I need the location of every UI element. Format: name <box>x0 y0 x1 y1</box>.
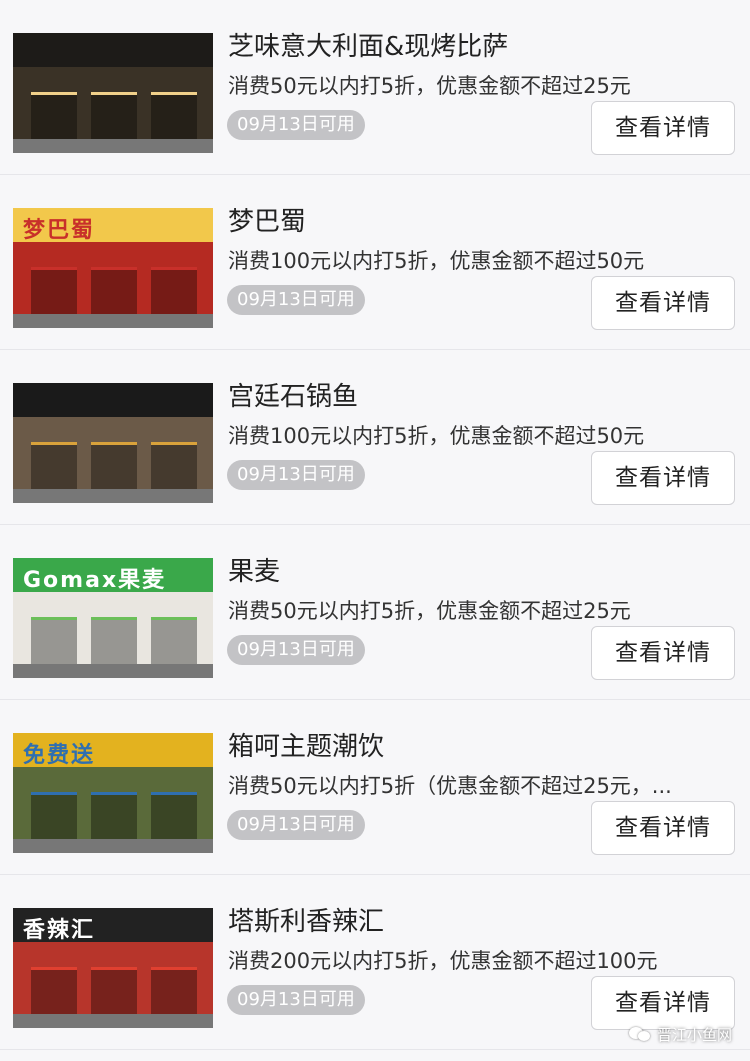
store-sign: 梦巴蜀 <box>13 208 213 243</box>
discount-description: 消费50元以内打5折，优惠金额不超过25元 <box>228 74 631 98</box>
storefront <box>13 67 213 153</box>
store-name: 宫廷石锅鱼 <box>228 382 359 412</box>
view-details-button[interactable]: 查看详情 <box>591 276 735 330</box>
storefront <box>13 592 213 678</box>
discount-description: 消费50元以内打5折（优惠金额不超过25元，... <box>228 774 672 798</box>
store-photo <box>13 33 213 153</box>
discount-description: 消费200元以内打5折，优惠金额不超过100元 <box>228 949 658 973</box>
store-sign <box>13 33 213 67</box>
store-photo: 免费送 <box>13 733 213 853</box>
view-details-button[interactable]: 查看详情 <box>591 626 735 680</box>
store-photo: 香辣汇 <box>13 908 213 1028</box>
store-name: 梦巴蜀 <box>228 207 307 237</box>
store-sign: 香辣汇 <box>13 908 213 943</box>
store-name: 果麦 <box>228 557 281 587</box>
sidewalk <box>13 839 213 853</box>
store-name: 塔斯利香辣汇 <box>228 907 385 937</box>
sidewalk <box>13 1014 213 1028</box>
view-details-button[interactable]: 查看详情 <box>591 101 735 155</box>
availability-badge: 09月13日可用 <box>227 810 365 840</box>
store-photo: Gomax果麦 <box>13 558 213 678</box>
store-sign-text: 梦巴蜀 <box>23 218 96 243</box>
store-name: 箱呵主题潮饮 <box>228 732 385 762</box>
availability-badge: 09月13日可用 <box>227 285 365 315</box>
store-sign: Gomax果麦 <box>13 558 213 593</box>
storefront <box>13 767 213 853</box>
list-item: 梦巴蜀 梦巴蜀消费100元以内打5折，优惠金额不超过50元 09月13日可用 查看详情 <box>0 175 750 350</box>
discount-description: 消费100元以内打5折，优惠金额不超过50元 <box>228 249 645 273</box>
store-sign-text: 免费送 <box>23 743 96 768</box>
availability-badge: 09月13日可用 <box>227 985 365 1015</box>
watermark: 晋江小鱼网 <box>628 1021 732 1047</box>
list-item: 宫廷石锅鱼消费100元以内打5折，优惠金额不超过50元 09月13日可用 查看详情 <box>0 350 750 525</box>
list-item: 免费送 箱呵主题潮饮消费50元以内打5折（优惠金额不超过25元，... 09月13日… <box>0 700 750 875</box>
list-item: 芝味意大利面&现烤比萨消费50元以内打5折，优惠金额不超过25元 09月13日可用… <box>0 0 750 175</box>
store-name: 芝味意大利面&现烤比萨 <box>228 32 509 62</box>
discount-description: 消费100元以内打5折，优惠金额不超过50元 <box>228 424 645 448</box>
availability-badge: 09月13日可用 <box>227 460 365 490</box>
wechat-icon <box>628 1025 651 1043</box>
store-sign <box>13 383 213 417</box>
view-details-button[interactable]: 查看详情 <box>591 451 735 505</box>
store-sign-text: 香辣汇 <box>23 918 96 943</box>
store-photo <box>13 383 213 503</box>
divider <box>0 1049 750 1050</box>
sidewalk <box>13 489 213 503</box>
store-sign-text: Gomax果麦 <box>23 568 167 593</box>
storefront <box>13 417 213 503</box>
discount-description: 消费50元以内打5折，优惠金额不超过25元 <box>228 599 631 623</box>
availability-badge: 09月13日可用 <box>227 110 365 140</box>
list-item: Gomax果麦 果麦消费50元以内打5折，优惠金额不超过25元 09月13日可用 查看… <box>0 525 750 700</box>
store-sign: 免费送 <box>13 733 213 768</box>
storefront <box>13 242 213 328</box>
sidewalk <box>13 314 213 328</box>
watermark-text: 晋江小鱼网 <box>656 1025 732 1044</box>
sidewalk <box>13 664 213 678</box>
view-details-button[interactable]: 查看详情 <box>591 801 735 855</box>
availability-badge: 09月13日可用 <box>227 635 365 665</box>
storefront <box>13 942 213 1028</box>
store-photo: 梦巴蜀 <box>13 208 213 328</box>
sidewalk <box>13 139 213 153</box>
